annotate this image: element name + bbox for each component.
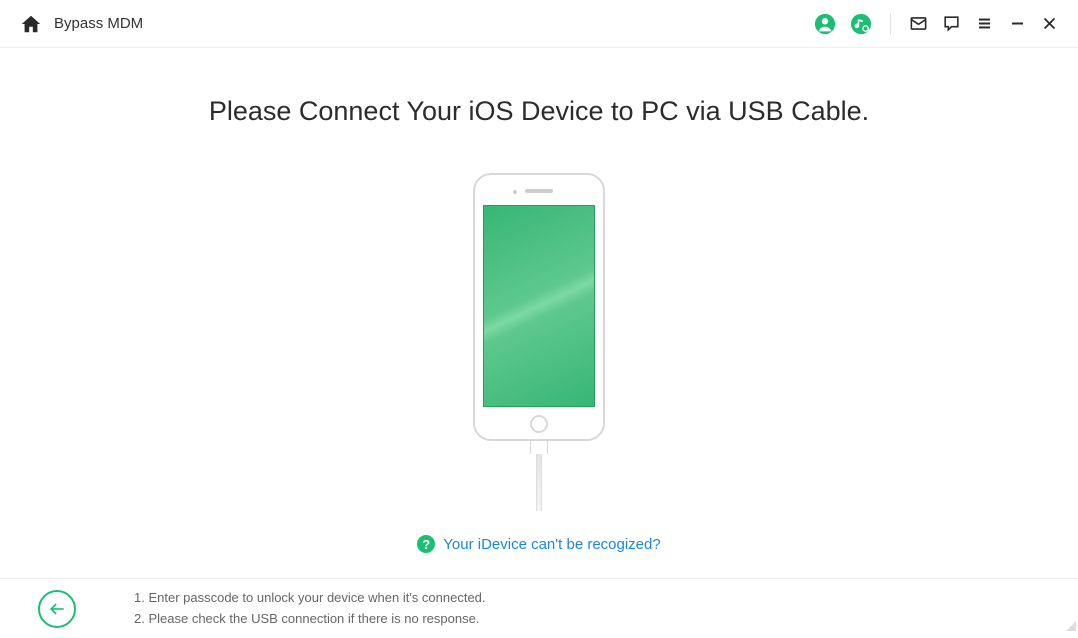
footer-tip-1: 1. Enter passcode to unlock your device … (134, 588, 486, 609)
footer-tips: 1. Enter passcode to unlock your device … (134, 588, 486, 630)
cable-wire (536, 454, 542, 511)
help-link[interactable]: ? Your iDevice can't be recogized? (417, 535, 660, 553)
scroll-corner-icon (1066, 618, 1076, 636)
header-right (814, 13, 1058, 35)
phone-camera-dot (513, 190, 517, 194)
main-heading: Please Connect Your iOS Device to PC via… (209, 96, 869, 127)
page-title: Bypass MDM (54, 15, 143, 32)
phone-body (473, 173, 605, 441)
help-link-text: Your iDevice can't be recogized? (443, 536, 660, 553)
back-button[interactable] (38, 590, 76, 628)
usb-cable (535, 441, 543, 511)
home-icon[interactable] (20, 13, 42, 35)
menu-icon[interactable] (975, 14, 994, 33)
phone-illustration (473, 173, 605, 511)
phone-home-button (530, 415, 548, 433)
cable-connector (530, 440, 548, 454)
music-search-icon[interactable] (850, 13, 872, 35)
header-left: Bypass MDM (20, 13, 814, 35)
mail-icon[interactable] (909, 14, 928, 33)
phone-screen (483, 205, 595, 407)
footer: 1. Enter passcode to unlock your device … (0, 578, 1078, 638)
minimize-icon[interactable] (1008, 14, 1027, 33)
phone-speaker (525, 189, 553, 193)
header-divider (890, 14, 891, 34)
main-content: Please Connect Your iOS Device to PC via… (0, 48, 1078, 578)
account-icon[interactable] (814, 13, 836, 35)
help-question-icon: ? (417, 535, 435, 553)
feedback-icon[interactable] (942, 14, 961, 33)
close-icon[interactable] (1041, 15, 1058, 32)
footer-tip-2: 2. Please check the USB connection if th… (134, 609, 486, 630)
app-header: Bypass MDM (0, 0, 1078, 48)
